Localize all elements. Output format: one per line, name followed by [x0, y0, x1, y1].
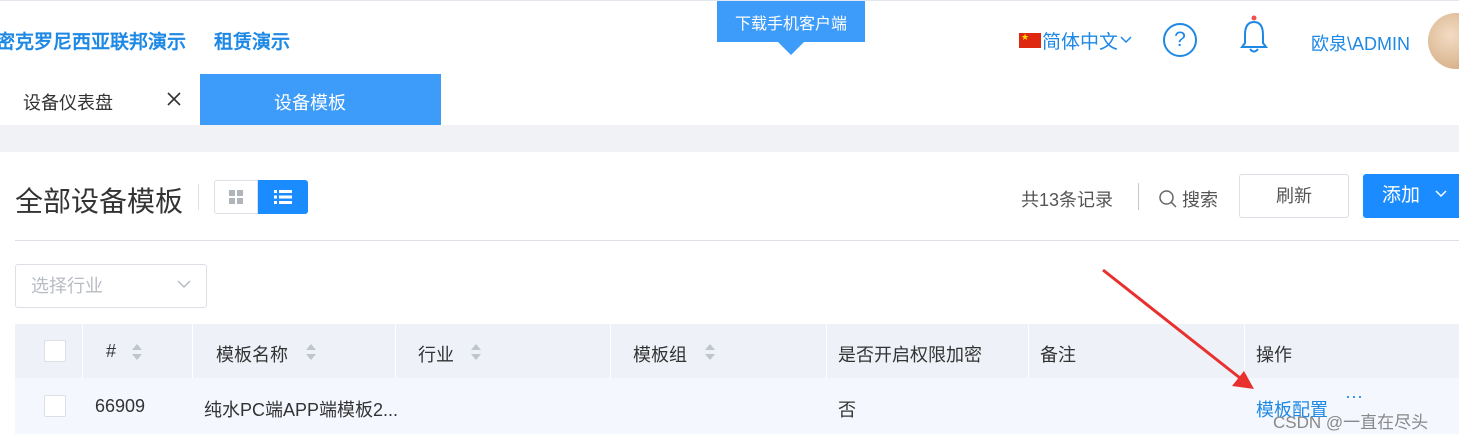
row-template-name: 纯水PC端APP端模板2... [204, 400, 399, 420]
close-icon[interactable] [607, 90, 625, 108]
divider [15, 240, 1459, 241]
row-select-cell [15, 378, 83, 434]
column-label: # [106, 341, 117, 361]
column-id[interactable]: # [83, 324, 193, 378]
tab-device-dashboard[interactable]: 设备仪表盘 [0, 74, 200, 125]
divider [1138, 183, 1139, 210]
avatar[interactable] [1428, 13, 1459, 69]
china-flag-icon [1019, 30, 1041, 48]
template-table: # 模板名称 行业 模板组 是否开启权限加密 备注 操作 66909 纯水PC端… [15, 324, 1459, 434]
grid-view-button[interactable] [214, 180, 258, 214]
brand-link-lease[interactable]: 租赁演示 [214, 27, 290, 54]
bell-icon[interactable] [1239, 15, 1269, 55]
industry-placeholder: 选择行业 [31, 276, 103, 296]
row-id: 66909 [95, 396, 146, 416]
content-separator [0, 125, 1459, 152]
industry-select[interactable]: 选择行业 [15, 264, 207, 308]
question-circle-icon[interactable]: ? [1163, 23, 1197, 57]
column-label: 操作 [1256, 345, 1292, 365]
column-label: 模板组 [633, 345, 687, 365]
table-row[interactable]: 66909 纯水PC端APP端模板2... 否 模板配置 ··· [15, 378, 1459, 434]
download-app-tab[interactable]: 下载手机客户端 [717, 1, 865, 55]
sort-icon[interactable] [131, 343, 143, 361]
divider [198, 184, 199, 210]
download-app-label: 下载手机客户端 [734, 16, 847, 33]
cell-permission-encryption: 否 [827, 378, 1029, 434]
tab-label: 设备模板 [274, 93, 346, 113]
search-label: 搜索 [1182, 190, 1218, 210]
cell-industry [396, 378, 611, 434]
list-view-button[interactable] [258, 180, 308, 214]
cell-id: 66909 [83, 378, 193, 434]
tab-bar: 设备仪表盘 设备模板 [0, 74, 1459, 125]
sort-icon[interactable] [305, 343, 317, 361]
column-industry[interactable]: 行业 [396, 324, 611, 378]
add-label: 添加 [1382, 185, 1421, 206]
sort-icon[interactable] [704, 343, 716, 361]
add-button[interactable]: 添加 [1363, 174, 1459, 218]
refresh-button[interactable]: 刷新 [1239, 174, 1349, 218]
tab-label: 设备仪表盘 [23, 93, 113, 113]
watermark: CSDN @一直在尽头 [1273, 413, 1429, 432]
column-template-name[interactable]: 模板名称 [193, 324, 396, 378]
language-label: 简体中文 [1042, 31, 1119, 53]
column-label: 是否开启权限加密 [838, 345, 982, 365]
chevron-down-icon [1435, 190, 1447, 198]
sort-icon[interactable] [470, 343, 482, 361]
column-label: 备注 [1040, 345, 1076, 365]
user-name[interactable]: 欧泉\ADMIN [1311, 30, 1410, 56]
search-button[interactable]: 搜索 [1158, 186, 1218, 212]
column-actions: 操作 [1245, 324, 1459, 378]
column-label: 模板名称 [216, 345, 288, 365]
chevron-down-icon [177, 280, 191, 289]
table-header: # 模板名称 行业 模板组 是否开启权限加密 备注 操作 [15, 324, 1459, 378]
cell-template-group [611, 378, 827, 434]
view-toggle [198, 180, 308, 214]
cell-note [1029, 378, 1245, 434]
column-note: 备注 [1029, 324, 1245, 378]
list-icon [274, 190, 292, 204]
column-label: 行业 [418, 345, 454, 365]
chevron-down-icon [1120, 36, 1132, 44]
row-checkbox[interactable] [44, 395, 66, 417]
row-encrypted: 否 [838, 400, 856, 420]
close-icon[interactable] [165, 90, 183, 108]
grid-icon [229, 190, 243, 204]
page-title: 全部设备模板 [15, 186, 184, 217]
header-select-cell [15, 324, 83, 378]
top-header: 密克罗尼西亚联邦演示 租赁演示 下载手机客户端 简体中文 ? 欧泉\ADMIN [0, 0, 1459, 74]
search-icon [1159, 190, 1177, 208]
tab-device-template[interactable]: 设备模板 [200, 74, 623, 125]
column-template-group[interactable]: 模板组 [611, 324, 827, 378]
language-selector[interactable]: 简体中文 [1019, 28, 1132, 53]
select-all-checkbox[interactable] [44, 340, 66, 362]
brand-link-micronesia[interactable]: 密克罗尼西亚联邦演示 [0, 27, 186, 54]
record-count: 共13条记录 [1021, 190, 1114, 210]
more-icon[interactable]: ··· [1345, 386, 1363, 407]
column-permission-encryption: 是否开启权限加密 [827, 324, 1029, 378]
cell-template-name: 纯水PC端APP端模板2... [193, 378, 399, 434]
